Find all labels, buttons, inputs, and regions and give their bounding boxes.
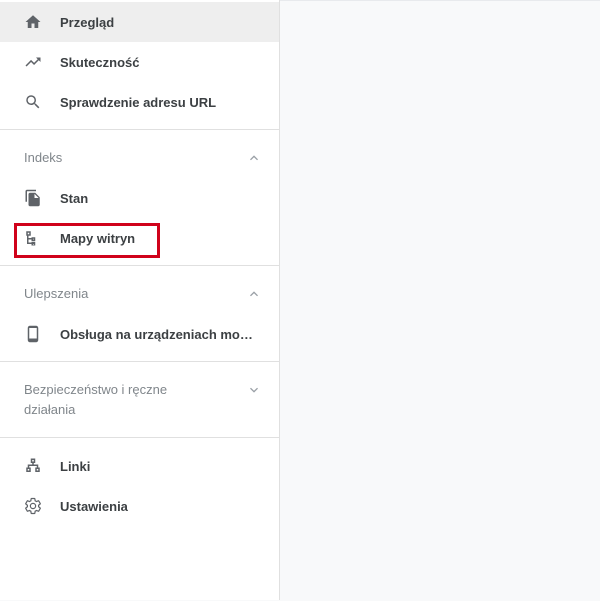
copy-pages-icon [24,189,42,207]
divider [0,361,279,362]
sidebar-item-performance[interactable]: Skuteczność [0,42,279,82]
section-title: Indeks [24,150,63,165]
home-icon [24,13,42,31]
smartphone-icon [24,325,42,343]
sidebar-item-overview[interactable]: Przegląd [0,2,279,42]
divider [0,129,279,130]
chevron-up-icon [246,286,262,302]
sidebar-item-sitemaps[interactable]: Mapy witryn [0,218,279,258]
divider [0,437,279,438]
sidebar-item-label: Linki [60,458,91,474]
section-header-index[interactable]: Indeks [0,148,279,168]
sidebar-nav: Przegląd Skuteczność Sprawdzenie adresu … [0,0,280,600]
sidebar-item-mobile-usability[interactable]: Obsługa na urządzeniach mobil… [0,314,279,354]
sitemap-icon [24,229,42,247]
sidebar-item-settings[interactable]: Ustawienia [0,486,279,526]
sidebar-item-label: Sprawdzenie adresu URL [60,94,217,110]
sidebar-item-label: Ustawienia [60,498,128,514]
sidebar-item-links[interactable]: Linki [0,446,279,486]
sidebar-item-label: Mapy witryn [60,230,136,246]
section-header-enhancements[interactable]: Ulepszenia [0,284,279,304]
chevron-down-icon [246,382,262,398]
chevron-up-icon [246,150,262,166]
sidebar-item-label: Skuteczność [60,54,140,70]
gear-icon [24,497,42,515]
divider [0,265,279,266]
search-icon [24,93,42,111]
section-title: Ulepszenia [24,286,89,301]
section-title-line1: Bezpieczeństwo i ręczne [24,382,168,397]
section-header-security[interactable]: Bezpieczeństwo i ręczne działania [0,380,279,420]
sidebar-item-label: Przegląd [60,14,115,30]
trending-up-icon [24,53,42,71]
sidebar-item-label: Obsługa na urządzeniach mobil… [60,326,260,342]
sidebar-item-url-inspection[interactable]: Sprawdzenie adresu URL [0,82,279,122]
section-title-line2: działania [24,402,76,417]
sidebar-item-label: Stan [60,190,89,206]
links-icon [24,457,42,475]
main-content [280,0,600,601]
sidebar-item-coverage[interactable]: Stan [0,178,279,218]
